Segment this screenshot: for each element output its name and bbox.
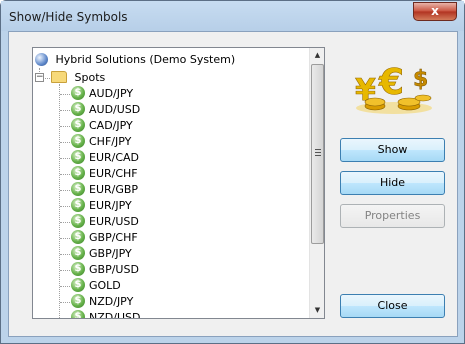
dollar-coin-icon: $ (71, 294, 85, 308)
spots-collapse-toggle[interactable]: − (35, 73, 44, 82)
dollar-coin-icon: $ (71, 278, 85, 292)
show-hide-symbols-dialog: Show/Hide Symbols x Hybrid Solutions (De… (0, 0, 465, 344)
scroll-thumb-grip (315, 152, 321, 153)
dollar-coin-icon: $ (71, 166, 85, 180)
symbol-item[interactable]: $ GBP/JPY (71, 246, 132, 262)
tree-group-label: Spots (74, 71, 106, 84)
dollar-coin-icon: $ (71, 262, 85, 276)
close-button[interactable]: Close (340, 294, 445, 318)
symbols-tree[interactable]: Hybrid Solutions (Demo System) − Spots $… (32, 47, 325, 319)
symbol-item[interactable]: $ NZD/USD (71, 310, 140, 318)
symbol-label: AUD/USD (89, 103, 141, 116)
tree-connector (60, 158, 70, 159)
tree-connector (59, 84, 60, 318)
tree-connector (60, 206, 70, 207)
dollar-coin-icon: $ (71, 246, 85, 260)
tree-content: Hybrid Solutions (Demo System) − Spots $… (33, 48, 309, 318)
tree-connector (60, 222, 70, 223)
symbol-label: GBP/USD (89, 263, 139, 276)
symbol-item[interactable]: $ NZD/JPY (71, 294, 133, 310)
symbol-label: GOLD (89, 279, 121, 292)
tree-connector (60, 142, 70, 143)
symbol-label: GBP/JPY (89, 247, 132, 260)
tree-connector (60, 302, 70, 303)
globe-icon (35, 52, 48, 66)
folder-icon (51, 71, 67, 83)
scroll-thumb-grip (315, 149, 321, 150)
svg-text:$: $ (413, 67, 428, 92)
dollar-coin-icon: $ (71, 198, 85, 212)
symbol-label: EUR/USD (89, 215, 139, 228)
title-bar[interactable]: Show/Hide Symbols x (1, 1, 464, 31)
symbol-label: CHF/JPY (89, 135, 132, 148)
symbol-label: NZD/JPY (89, 295, 134, 308)
dollar-coin-icon: $ (71, 230, 85, 244)
tree-connector (45, 78, 50, 79)
tree-connector (60, 270, 70, 271)
symbol-label: EUR/JPY (89, 199, 132, 212)
dollar-coin-icon: $ (71, 134, 85, 148)
symbol-label: GBP/CHF (89, 231, 138, 244)
symbol-label: CAD/JPY (89, 119, 133, 132)
tree-connector (60, 126, 70, 127)
symbol-item[interactable]: $ EUR/USD (71, 214, 139, 230)
dollar-coin-icon: $ (71, 118, 85, 132)
tree-connector (60, 174, 70, 175)
symbol-item[interactable]: $ EUR/CHF (71, 166, 138, 182)
symbol-item[interactable]: $ GBP/USD (71, 262, 139, 278)
tree-root-label: Hybrid Solutions (Demo System) (55, 53, 236, 66)
show-button[interactable]: Show (340, 138, 445, 162)
tree-connector (60, 254, 70, 255)
dollar-coin-icon: $ (71, 310, 85, 318)
symbol-label: EUR/CAD (89, 151, 140, 164)
dollar-coin-icon: $ (71, 150, 85, 164)
scroll-up-arrow[interactable]: ▲ (310, 48, 324, 63)
tree-scrollbar[interactable]: ▲ ▼ (309, 48, 324, 318)
symbol-item[interactable]: $ GBP/CHF (71, 230, 138, 246)
dollar-coin-icon: $ (71, 214, 85, 228)
dollar-coin-icon: $ (71, 182, 85, 196)
close-window-button[interactable]: x (413, 2, 457, 21)
tree-connector (60, 94, 70, 95)
tree-connector (60, 190, 70, 191)
symbol-label: EUR/GBP (89, 183, 139, 196)
dialog-body: Hybrid Solutions (Demo System) − Spots $… (8, 31, 458, 337)
symbol-item[interactable]: $ AUD/JPY (71, 86, 133, 102)
window-title: Show/Hide Symbols (9, 10, 128, 24)
dollar-coin-icon: $ (71, 86, 85, 100)
svg-text:€: € (378, 62, 404, 103)
symbol-item[interactable]: $ AUD/USD (71, 102, 140, 118)
symbol-label: AUD/JPY (89, 87, 134, 100)
tree-connector (60, 238, 70, 239)
symbol-item[interactable]: $ CAD/JPY (71, 118, 133, 134)
symbol-item[interactable]: $ EUR/GBP (71, 182, 138, 198)
scroll-down-arrow[interactable]: ▼ (310, 303, 324, 318)
scroll-thumb-grip (315, 155, 321, 156)
tree-connector (60, 110, 70, 111)
dollar-coin-icon: $ (71, 102, 85, 116)
symbol-item[interactable]: $ EUR/JPY (71, 198, 132, 214)
hide-button[interactable]: Hide (340, 171, 445, 195)
symbol-item[interactable]: $ EUR/CAD (71, 150, 139, 166)
symbol-item[interactable]: $ GOLD (71, 278, 121, 294)
tree-root-node[interactable]: Hybrid Solutions (Demo System) (35, 52, 235, 68)
scroll-thumb[interactable] (311, 64, 324, 244)
symbol-label: NZD/USD (89, 311, 141, 318)
symbol-label: EUR/CHF (89, 167, 138, 180)
symbol-item[interactable]: $ CHF/JPY (71, 134, 131, 150)
properties-button: Properties (340, 204, 445, 228)
currency-logo-icon: ¥ € $ (355, 62, 432, 114)
tree-connector (60, 286, 70, 287)
